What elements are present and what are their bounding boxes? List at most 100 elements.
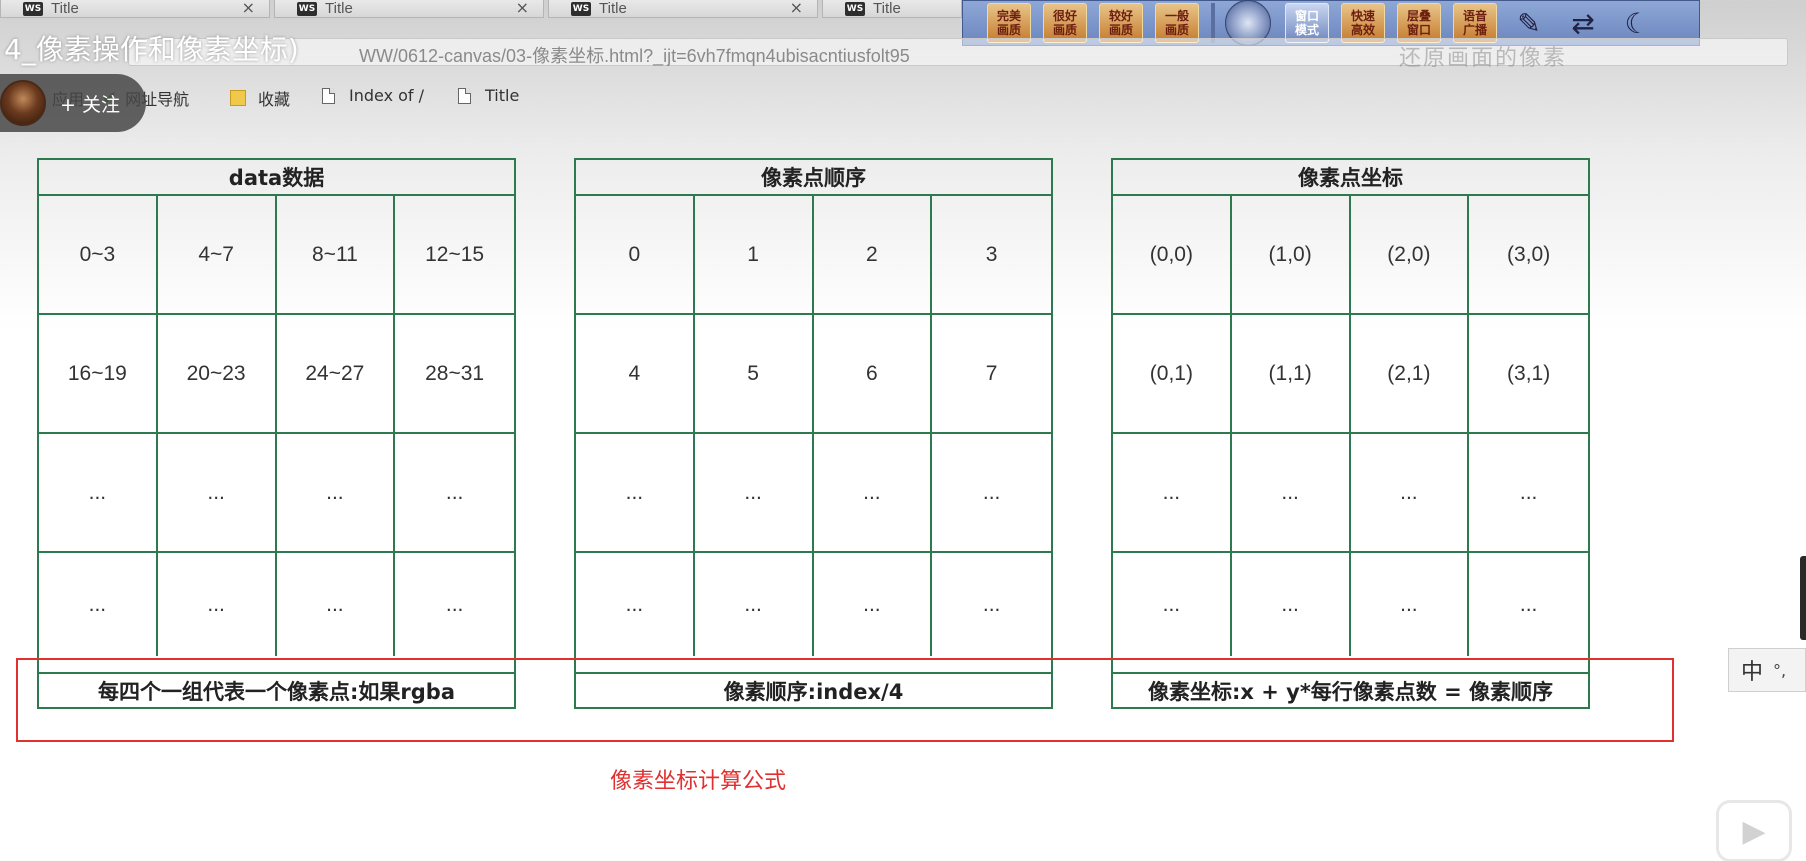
table-cell: ...	[39, 434, 158, 553]
quality-normal-button[interactable]: 一般 画质	[1155, 3, 1199, 43]
table-cell: ...	[694, 434, 814, 553]
tab-title: Title	[51, 0, 79, 17]
table-grid: 0~3 4~7 8~11 12~15 16~19 20~23 24~27 28~…	[39, 196, 514, 672]
button-label: 画质	[1108, 23, 1133, 37]
bookmark-index-of[interactable]: Index of /	[322, 86, 424, 105]
tab-close-icon[interactable]: ×	[790, 0, 803, 16]
annotation-box	[16, 658, 1674, 742]
watermark-text: 还原画面的像素	[1399, 46, 1568, 71]
browser-tab[interactable]: WS Title	[822, 0, 962, 18]
webstorm-icon: WS	[845, 1, 865, 16]
bookmark-label: Title	[485, 86, 520, 105]
swap-icon[interactable]: ⇄	[1563, 3, 1603, 43]
table-cell: 28~31	[395, 315, 514, 434]
cascade-window-button[interactable]: 层叠 窗口	[1397, 3, 1441, 43]
table-cell: ...	[395, 434, 514, 553]
table-cell: 12~15	[395, 196, 514, 315]
bookmark-label: 收藏	[258, 90, 291, 109]
avatar[interactable]	[0, 80, 46, 126]
webstorm-icon: WS	[571, 1, 591, 16]
bilibili-tv-icon[interactable]: ▶	[1716, 800, 1792, 861]
folder-icon	[230, 90, 246, 106]
table-cell: (3,0)	[1469, 196, 1588, 315]
table-cell: (0,0)	[1113, 196, 1232, 315]
button-label: 模式	[1294, 23, 1319, 37]
voice-broadcast-button[interactable]: 语音 广播	[1453, 3, 1497, 43]
data-table: data数据 0~3 4~7 8~11 12~15 16~19 20~23 24…	[37, 158, 516, 709]
button-label: 高效	[1350, 23, 1375, 37]
annotation-caption: 像素坐标计算公式	[610, 769, 787, 794]
table-cell: ...	[1350, 434, 1470, 553]
moon-icon[interactable]: ☾	[1617, 3, 1657, 43]
quality-good-button[interactable]: 较好 画质	[1099, 3, 1143, 43]
address-bar[interactable]: WW/0612-canvas/03-像素坐标.html?_ijt=6vh7fmq…	[128, 38, 1788, 71]
table-header: 像素点顺序	[576, 160, 1051, 196]
table-cell: ...	[158, 553, 277, 656]
browser-tab[interactable]: WS Title ×	[274, 0, 544, 18]
table-cell: (3,1)	[1469, 315, 1588, 434]
table-cell: 2	[813, 196, 933, 315]
table-cell: ...	[576, 434, 695, 553]
table-cell: ...	[445, 592, 464, 616]
tab-close-icon[interactable]: ×	[516, 0, 529, 16]
table-cell: ...	[1351, 553, 1470, 656]
table-cell: ...	[1113, 434, 1232, 553]
table-cell: ...	[39, 553, 158, 656]
table-cell: ...	[277, 553, 396, 656]
button-label: 语音	[1462, 9, 1487, 23]
bookmark-favorites[interactable]: 收藏	[230, 86, 290, 110]
table-cell: ...	[814, 553, 933, 656]
table-cell: 0	[576, 196, 695, 315]
pen-icon[interactable]: ✎	[1509, 3, 1549, 43]
table-cell: ...	[576, 553, 695, 656]
button-label: 广播	[1462, 23, 1487, 37]
table-cell: 4	[576, 315, 695, 434]
fast-efficient-button[interactable]: 快速 高效	[1341, 3, 1385, 43]
bookmark-title[interactable]: Title	[458, 86, 519, 105]
browser-tab[interactable]: WS Title ×	[0, 0, 270, 18]
page-icon	[322, 87, 335, 104]
table-cell: 6	[813, 315, 933, 434]
table-cell: ...	[1519, 592, 1538, 616]
side-panel-handle[interactable]	[1800, 556, 1806, 640]
button-label: 一般	[1164, 9, 1189, 23]
tab-title: Title	[873, 0, 901, 17]
tab-title: Title	[599, 0, 627, 17]
table-cell: ...	[276, 434, 396, 553]
table-cell: (1,1)	[1231, 315, 1351, 434]
bookmark-label: Index of /	[349, 86, 425, 105]
follow-widget[interactable]: + 关注	[0, 74, 146, 132]
ime-indicator[interactable]: 中 °,	[1728, 648, 1806, 692]
table-cell: ...	[813, 434, 933, 553]
button-label: 窗口	[1294, 9, 1319, 23]
tab-close-icon[interactable]: ×	[242, 0, 255, 16]
browser-tab-strip: WS Title × WS Title × WS Title × WS Titl…	[0, 0, 962, 18]
ime-language-label: 中	[1741, 660, 1764, 685]
table-cell: ...	[1231, 434, 1351, 553]
button-label: 画质	[1052, 23, 1077, 37]
table-header: 像素点坐标	[1113, 160, 1588, 196]
button-label: 画质	[996, 23, 1021, 37]
table-cell: ...	[157, 434, 277, 553]
table-cell: ...	[1113, 553, 1232, 656]
button-label: 层叠	[1406, 9, 1431, 23]
webstorm-icon: WS	[23, 1, 43, 16]
table-cell: (2,1)	[1350, 315, 1470, 434]
follow-button[interactable]: + 关注	[60, 90, 120, 117]
pixel-order-table: 像素点顺序 0 1 2 3 4 5 6 7 ... ... ... ... ..…	[574, 158, 1053, 709]
window-mode-button[interactable]: 窗口 模式	[1285, 3, 1329, 43]
table-cell: (1,0)	[1231, 196, 1351, 315]
table-cell: 0~3	[39, 196, 158, 315]
button-label: 完美	[996, 9, 1021, 23]
table-cell: ...	[695, 553, 814, 656]
table-cell: ...	[932, 434, 1051, 553]
video-title: 4_像素操作和像素坐标)	[4, 33, 299, 66]
browser-tab[interactable]: WS Title ×	[548, 0, 818, 18]
quality-perfect-button[interactable]: 完美 画质	[987, 3, 1031, 43]
webstorm-icon: WS	[297, 1, 317, 16]
table-cell: 16~19	[39, 315, 158, 434]
ime-punctuation-label: °,	[1773, 660, 1787, 680]
table-grid: 0 1 2 3 4 5 6 7 ... ... ... ... ... ... …	[576, 196, 1051, 672]
quality-very-good-button[interactable]: 很好 画质	[1043, 3, 1087, 43]
table-cell: 8~11	[276, 196, 396, 315]
